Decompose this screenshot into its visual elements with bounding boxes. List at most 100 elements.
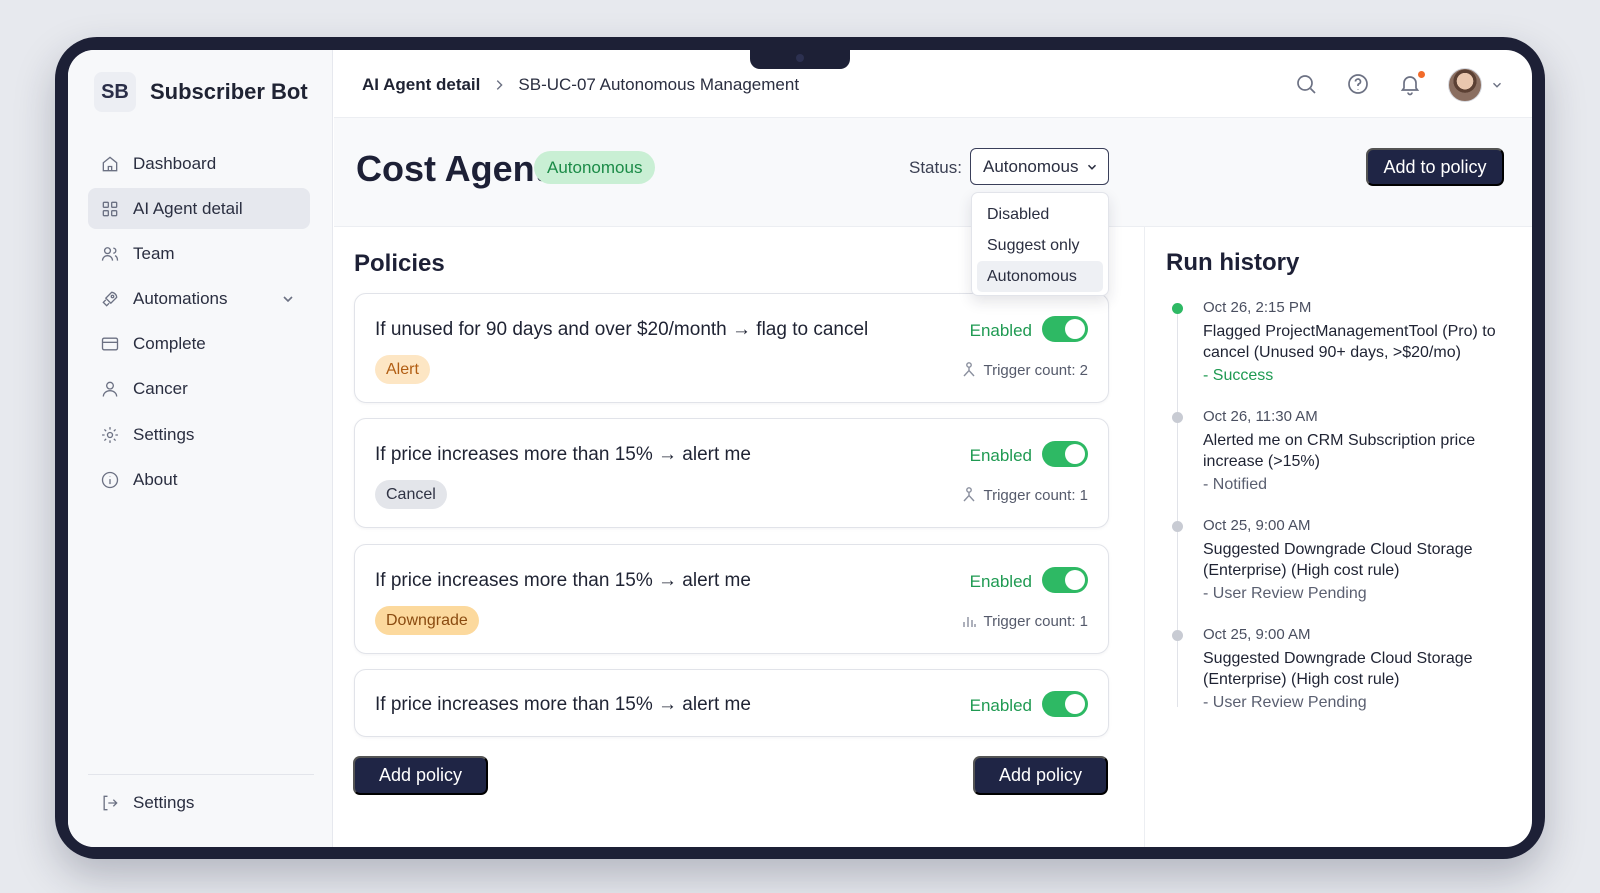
sidebar-item-cancer[interactable]: Cancer <box>88 369 310 410</box>
history-status: - User Review Pending <box>1203 585 1367 602</box>
policy-title: If unused for 90 days and over $20/month… <box>375 319 869 340</box>
sidebar-item-label: About <box>133 469 178 489</box>
history-text: Flagged ProjectManagementTool (Pro) to c… <box>1203 323 1496 361</box>
history-status: - User Review Pending <box>1203 694 1367 711</box>
brand[interactable]: SB Subscriber Bot <box>94 72 308 112</box>
sidebar-item-label: Settings <box>133 792 195 812</box>
sidebar-item-complete[interactable]: Complete <box>88 324 310 365</box>
sidebar-item-label: Automations <box>133 289 228 309</box>
policy-title: If price increases more than 15% → alert… <box>375 444 751 465</box>
policy-state: Enabled <box>969 696 1032 715</box>
sidebar-item-footer-settings[interactable]: Settings <box>88 782 310 823</box>
history-time: Oct 26, 11:30 AM <box>1203 408 1318 425</box>
history-status: - Notified <box>1203 476 1268 493</box>
policy-tag: Cancel <box>375 480 447 509</box>
policy-card[interactable]: If unused for 90 days and over $20/month… <box>354 293 1109 403</box>
topbar-actions <box>1268 68 1504 102</box>
home-icon <box>100 154 120 174</box>
sidebar-item-label: Complete <box>133 334 206 354</box>
window-icon <box>100 334 120 354</box>
user-icon <box>100 379 120 399</box>
users-icon <box>100 244 120 264</box>
search-icon[interactable] <box>1294 72 1320 98</box>
policy-toggle[interactable] <box>1042 691 1088 717</box>
avatar[interactable] <box>1448 68 1482 102</box>
trigger-count: Trigger count: 2 <box>960 361 1089 379</box>
workflow-icon <box>960 486 978 504</box>
history-time: Oct 25, 9:00 AM <box>1203 517 1311 534</box>
sidebar-item-label: Team <box>133 243 175 263</box>
bar-chart-icon <box>960 612 978 630</box>
add-policy-button[interactable]: Add policy <box>353 756 488 795</box>
trigger-count-text: Trigger count: 1 <box>983 486 1089 504</box>
status-option-disabled[interactable]: Disabled <box>977 199 1103 230</box>
sidebar-nav: Dashboard AI Agent detail Team Automatio… <box>88 143 310 505</box>
trigger-count-text: Trigger count: 1 <box>983 612 1089 630</box>
breadcrumb-root[interactable]: AI Agent detail <box>362 75 480 95</box>
breadcrumb: AI Agent detail SB-UC-07 Autonomous Mana… <box>362 75 799 95</box>
policy-tag: Alert <box>375 355 430 384</box>
sidebar-item-label: Settings <box>133 424 195 444</box>
policy-card[interactable]: If price increases more than 15% → alert… <box>354 544 1109 654</box>
chevron-down-icon <box>1087 164 1097 170</box>
status-option-autonomous[interactable]: Autonomous <box>977 261 1103 292</box>
brand-logo: SB <box>94 72 136 112</box>
status-label: Status: <box>909 158 962 177</box>
topbar: AI Agent detail SB-UC-07 Autonomous Mana… <box>334 50 1532 118</box>
history-text: Alerted me on CRM Subscription price inc… <box>1203 432 1476 470</box>
chevron-down-icon[interactable] <box>280 291 296 307</box>
help-icon[interactable] <box>1346 72 1372 98</box>
timeline-dot <box>1172 303 1183 314</box>
run-history-heading: Run history <box>1166 249 1300 276</box>
breadcrumb-current: SB-UC-07 Autonomous Management <box>518 75 800 94</box>
timeline-line <box>1177 312 1178 707</box>
policy-toggle[interactable] <box>1042 316 1088 342</box>
policy-toggle[interactable] <box>1042 567 1088 593</box>
info-icon <box>100 470 120 490</box>
sidebar-item-dashboard[interactable]: Dashboard <box>88 143 310 184</box>
history-time: Oct 26, 2:15 PM <box>1203 299 1312 316</box>
sidebar-item-label: Cancer <box>133 379 188 399</box>
policy-state: Enabled <box>969 446 1032 465</box>
chevron-right-icon <box>492 78 506 92</box>
chevron-down-icon[interactable] <box>1490 78 1504 92</box>
timeline-dot <box>1172 630 1183 641</box>
status-option-suggest-only[interactable]: Suggest only <box>977 230 1103 261</box>
policy-title: If price increases more than 15% → alert… <box>375 570 751 591</box>
sidebar-item-label: AI Agent detail <box>133 198 243 218</box>
agent-header: Cost Agent Autonomous Status: Autonomous… <box>334 118 1532 227</box>
bell-icon[interactable] <box>1398 69 1427 98</box>
history-text: Suggested Downgrade Cloud Storage (Enter… <box>1203 650 1473 688</box>
sidebar: SB Subscriber Bot Dashboard AI Agent det… <box>68 50 333 847</box>
notification-dot <box>1416 69 1427 80</box>
timeline-dot <box>1172 521 1183 532</box>
trigger-count: Trigger count: 1 <box>960 612 1089 630</box>
policy-toggle[interactable] <box>1042 441 1088 467</box>
sidebar-item-settings[interactable]: Settings <box>88 414 310 455</box>
trigger-count-text: Trigger count: 2 <box>983 361 1089 379</box>
status-select-value: Autonomous <box>983 156 1079 176</box>
logout-icon <box>100 793 120 813</box>
grid-icon <box>100 199 120 219</box>
sidebar-item-about[interactable]: About <box>88 459 310 500</box>
app-screen: SB Subscriber Bot Dashboard AI Agent det… <box>68 50 1532 847</box>
policy-card[interactable]: If price increases more than 15% → alert… <box>354 418 1109 528</box>
sidebar-item-label: Dashboard <box>133 153 217 173</box>
gear-icon <box>100 425 120 445</box>
add-policy-button-secondary[interactable]: Add policy <box>973 756 1108 795</box>
workflow-icon <box>960 361 978 379</box>
policy-card[interactable]: If price increases more than 15% → alert… <box>354 669 1109 737</box>
policy-state: Enabled <box>969 572 1032 591</box>
sidebar-item-team[interactable]: Team <box>88 233 310 274</box>
trigger-count: Trigger count: 1 <box>960 486 1089 504</box>
rocket-icon <box>100 289 120 309</box>
policies-heading: Policies <box>354 250 445 277</box>
sidebar-item-automations[interactable]: Automations <box>88 279 310 320</box>
status-badge: Autonomous <box>534 151 656 184</box>
run-history-panel: Run history Oct 26, 2:15 PM Flagged Proj… <box>1144 227 1532 847</box>
policy-title: If price increases more than 15% → alert… <box>375 694 751 715</box>
sidebar-item-ai-agent-detail[interactable]: AI Agent detail <box>88 188 310 230</box>
add-to-policy-button[interactable]: Add to policy <box>1366 148 1504 186</box>
history-status: - Success <box>1203 367 1274 384</box>
status-select[interactable]: Autonomous <box>970 148 1109 185</box>
